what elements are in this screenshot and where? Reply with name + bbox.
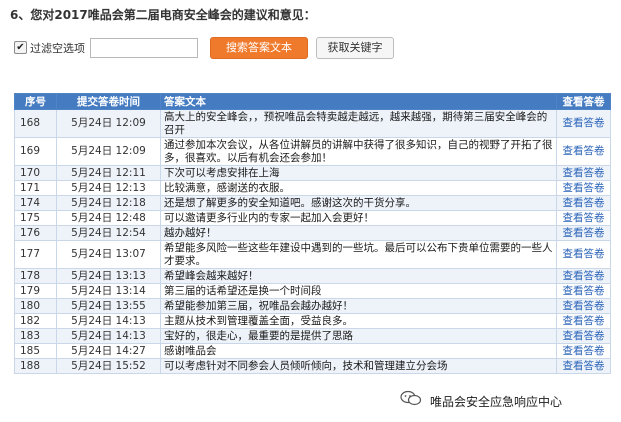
view-answer-link[interactable]: 查看答卷 bbox=[556, 240, 611, 269]
table-row: 174 5月24日 12:18 还是想了解更多的安全知道吧。感谢这次的干货分享。 查看… bbox=[14, 195, 611, 211]
table-row: 176 5月24日 12:54 越办越好！ 查看答卷 bbox=[14, 225, 611, 241]
view-answer-link[interactable]: 查看答卷 bbox=[556, 210, 611, 226]
row-submit-time: 5月24日 12:09 bbox=[56, 137, 161, 166]
row-answer-text: 越办越好！ bbox=[160, 225, 557, 241]
answers-table: 序号 提交答卷时间 答案文本 查看答卷 168 5月24日 12:09 高大上的安全… bbox=[14, 93, 611, 374]
row-answer-text: 希望峰会越来越好！ bbox=[160, 268, 557, 284]
header-answer-text: 答案文本 bbox=[160, 93, 557, 110]
row-answer-text: 通过参加本次会议，从各位讲解员的讲解中获得了很多知识，自己的视野了开拓了很多，很… bbox=[160, 137, 557, 166]
row-submit-time: 5月24日 13:14 bbox=[56, 283, 161, 299]
view-answer-link[interactable]: 查看答卷 bbox=[556, 195, 611, 211]
row-answer-text: 宝好的，很走心，最重要的是提供了思路 bbox=[160, 328, 557, 344]
view-answer-link[interactable]: 查看答卷 bbox=[556, 225, 611, 241]
row-submit-time: 5月24日 12:09 bbox=[56, 109, 161, 138]
view-answer-link[interactable]: 查看答卷 bbox=[556, 328, 611, 344]
row-submit-time: 5月24日 13:07 bbox=[56, 240, 161, 269]
row-submit-time: 5月24日 14:13 bbox=[56, 313, 161, 329]
row-id: 168 bbox=[14, 109, 57, 138]
view-answer-link[interactable]: 查看答卷 bbox=[556, 298, 611, 314]
wechat-icon bbox=[400, 390, 422, 406]
header-view: 查看答卷 bbox=[556, 93, 611, 110]
row-id: 188 bbox=[14, 358, 57, 374]
row-submit-time: 5月24日 12:11 bbox=[56, 165, 161, 181]
search-answer-button[interactable]: 搜索答案文本 bbox=[210, 37, 308, 59]
row-submit-time: 5月24日 14:13 bbox=[56, 328, 161, 344]
header-id: 序号 bbox=[14, 93, 57, 110]
view-answer-link[interactable]: 查看答卷 bbox=[556, 180, 611, 196]
table-row: 168 5月24日 12:09 高大上的安全峰会，，预祝唯品会特卖越走越远，越来越强… bbox=[14, 109, 611, 138]
row-submit-time: 5月24日 13:13 bbox=[56, 268, 161, 284]
view-answer-link[interactable]: 查看答卷 bbox=[556, 343, 611, 359]
header-submit-time: 提交答卷时间 bbox=[56, 93, 161, 110]
row-id: 171 bbox=[14, 180, 57, 196]
table-row: 183 5月24日 14:13 宝好的，很走心，最重要的是提供了思路 查看答卷 bbox=[14, 328, 611, 344]
row-submit-time: 5月24日 12:54 bbox=[56, 225, 161, 241]
row-answer-text: 高大上的安全峰会，，预祝唯品会特卖越走越远，越来越强，期待第三届安全峰会的召开 bbox=[160, 109, 557, 138]
filter-empty-label[interactable]: 过滤空选项 bbox=[30, 40, 85, 56]
row-id: 183 bbox=[14, 328, 57, 344]
row-id: 185 bbox=[14, 343, 57, 359]
row-id: 169 bbox=[14, 137, 57, 166]
filter-empty-checkbox[interactable]: ✔ bbox=[14, 41, 27, 54]
row-answer-text: 希望能多风险一些这些年建设中遇到的一些坑。最后可以公布下贵单位需要的一些人才要求… bbox=[160, 240, 557, 269]
row-answer-text: 比较满意，感谢送的衣服。 bbox=[160, 180, 557, 196]
row-submit-time: 5月24日 12:48 bbox=[56, 210, 161, 226]
row-id: 174 bbox=[14, 195, 57, 211]
row-submit-time: 5月24日 12:18 bbox=[56, 195, 161, 211]
table-row: 188 5月24日 15:52 可以考虑针对不同参会人员倾听倾向，技术和管理建立分会… bbox=[14, 358, 611, 374]
row-answer-text: 主题从技术到管理覆盖全面，受益良多。 bbox=[160, 313, 557, 329]
row-id: 180 bbox=[14, 298, 57, 314]
table-row: 175 5月24日 12:48 可以邀请更多行业内的专家一起加入会更好！ 查看答卷 bbox=[14, 210, 611, 226]
watermark-text: 唯品会安全应急响应中心 bbox=[428, 393, 565, 410]
row-answer-text: 感谢唯品会 bbox=[160, 343, 557, 359]
view-answer-link[interactable]: 查看答卷 bbox=[556, 283, 611, 299]
row-id: 175 bbox=[14, 210, 57, 226]
table-row: 178 5月24日 13:13 希望峰会越来越好！ 查看答卷 bbox=[14, 268, 611, 284]
table-row: 179 5月24日 13:14 第三届的话希望还是换一个时间段 查看答卷 bbox=[14, 283, 611, 299]
view-answer-link[interactable]: 查看答卷 bbox=[556, 268, 611, 284]
get-keywords-button[interactable]: 获取关键字 bbox=[316, 37, 394, 59]
row-id: 176 bbox=[14, 225, 57, 241]
row-answer-text: 第三届的话希望还是换一个时间段 bbox=[160, 283, 557, 299]
row-submit-time: 5月24日 15:52 bbox=[56, 358, 161, 374]
search-input[interactable] bbox=[90, 38, 198, 58]
row-answer-text: 还是想了解更多的安全知道吧。感谢这次的干货分享。 bbox=[160, 195, 557, 211]
table-row: 170 5月24日 12:11 下次可以考虑安排在上海 查看答卷 bbox=[14, 165, 611, 181]
row-id: 179 bbox=[14, 283, 57, 299]
view-answer-link[interactable]: 查看答卷 bbox=[556, 358, 611, 374]
row-answer-text: 可以邀请更多行业内的专家一起加入会更好！ bbox=[160, 210, 557, 226]
table-row: 169 5月24日 12:09 通过参加本次会议，从各位讲解员的讲解中获得了很多知识… bbox=[14, 137, 611, 166]
row-submit-time: 5月24日 12:13 bbox=[56, 180, 161, 196]
table-row: 182 5月24日 14:13 主题从技术到管理覆盖全面，受益良多。 查看答卷 bbox=[14, 313, 611, 329]
row-id: 182 bbox=[14, 313, 57, 329]
row-submit-time: 5月24日 13:55 bbox=[56, 298, 161, 314]
view-answer-link[interactable]: 查看答卷 bbox=[556, 313, 611, 329]
row-id: 177 bbox=[14, 240, 57, 269]
row-submit-time: 5月24日 14:27 bbox=[56, 343, 161, 359]
view-answer-link[interactable]: 查看答卷 bbox=[556, 165, 611, 181]
row-id: 178 bbox=[14, 268, 57, 284]
table-row: 177 5月24日 13:07 希望能多风险一些这些年建设中遇到的一些坑。最后可以公… bbox=[14, 240, 611, 269]
table-row: 180 5月24日 13:55 希望能参加第三届，祝唯品会越办越好！ 查看答卷 bbox=[14, 298, 611, 314]
table-row: 171 5月24日 12:13 比较满意，感谢送的衣服。 查看答卷 bbox=[14, 180, 611, 196]
view-answer-link[interactable]: 查看答卷 bbox=[556, 109, 611, 138]
table-row: 185 5月24日 14:27 感谢唯品会 查看答卷 bbox=[14, 343, 611, 359]
row-answer-text: 可以考虑针对不同参会人员倾听倾向，技术和管理建立分会场 bbox=[160, 358, 557, 374]
row-id: 170 bbox=[14, 165, 57, 181]
row-answer-text: 希望能参加第三届，祝唯品会越办越好！ bbox=[160, 298, 557, 314]
view-answer-link[interactable]: 查看答卷 bbox=[556, 137, 611, 166]
question-title: 6、您对2017唯品会第二届电商安全峰会的建议和意见： bbox=[10, 8, 316, 22]
row-answer-text: 下次可以考虑安排在上海 bbox=[160, 165, 557, 181]
table-header-row: 序号 提交答卷时间 答案文本 查看答卷 bbox=[14, 93, 611, 110]
